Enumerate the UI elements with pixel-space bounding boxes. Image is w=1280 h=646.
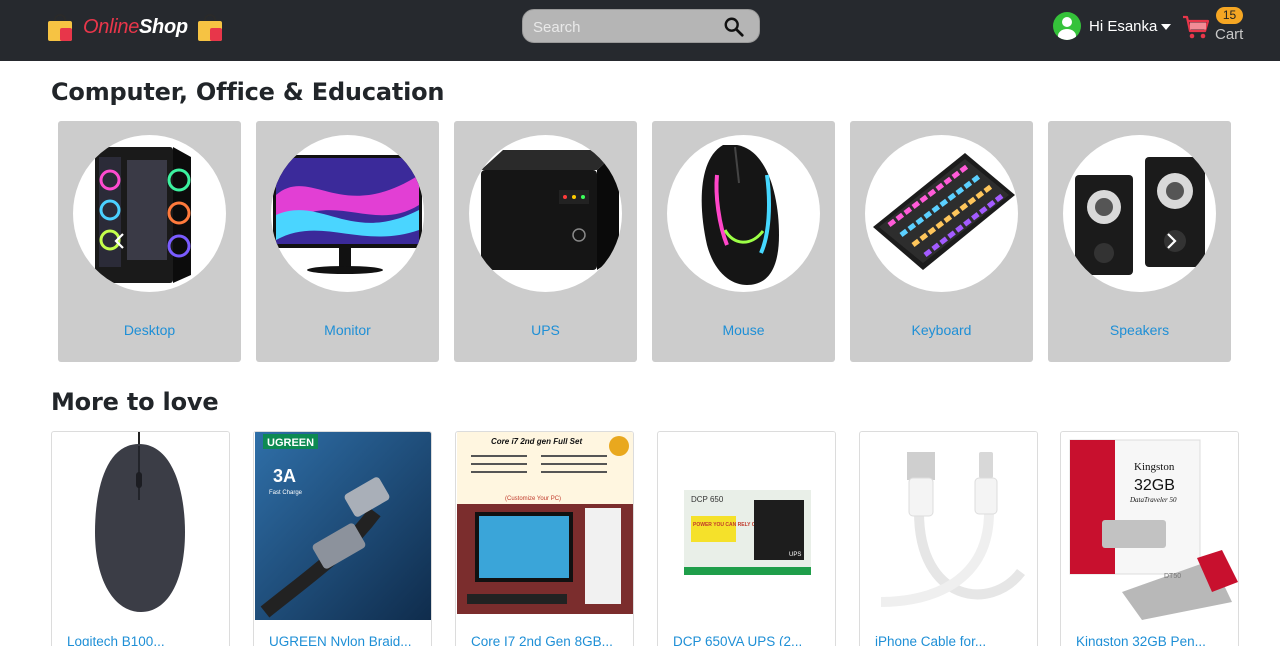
top-navbar: OnlineShop Hi Esanka 15 Cart — [0, 0, 1280, 61]
chevron-down-icon — [1161, 24, 1172, 30]
category-card-speakers[interactable]: Speakers — [1048, 121, 1231, 362]
cart-label: Cart — [1215, 26, 1244, 43]
category-card-ups[interactable]: UPS — [454, 121, 637, 362]
svg-text:POWER YOU CAN RELY ON!: POWER YOU CAN RELY ON! — [693, 522, 761, 528]
carousel-next-button[interactable] — [1161, 231, 1181, 251]
cart-count-badge: 15 — [1216, 7, 1243, 24]
product-title: DCP 650VA UPS (2... — [673, 634, 803, 646]
category-card-monitor[interactable]: Monitor — [256, 121, 439, 362]
keyboard-icon — [865, 135, 1018, 292]
svg-text:Core i7 2nd gen Full Set: Core i7 2nd gen Full Set — [491, 437, 582, 446]
product-title: UGREEN Nylon Braid... — [269, 634, 412, 646]
search-input[interactable] — [533, 16, 713, 38]
svg-text:DT50: DT50 — [1164, 573, 1181, 580]
category-label: Desktop — [123, 322, 176, 338]
product-card[interactable]: Logitech B100... — [51, 431, 230, 646]
svg-text:DataTraveler 50: DataTraveler 50 — [1129, 496, 1177, 504]
product-image — [53, 432, 229, 620]
category-label: Speakers — [1109, 322, 1170, 338]
category-label: Mouse — [722, 322, 765, 338]
section-title-categories: Computer, Office & Education — [51, 78, 445, 106]
svg-text:DCP 650: DCP 650 — [691, 495, 724, 504]
category-label: UPS — [531, 322, 560, 338]
desktop-pc-icon — [73, 135, 226, 292]
category-card-mouse[interactable]: Mouse — [652, 121, 835, 362]
user-greeting: Hi Esanka — [1089, 17, 1158, 35]
product-card[interactable]: iPhone Cable for... — [859, 431, 1038, 646]
user-avatar-icon — [1053, 12, 1081, 40]
product-title: Kingston 32GB Pen... — [1076, 634, 1206, 646]
svg-text:3A: 3A — [273, 466, 296, 486]
product-image: Core i7 2nd gen Full Set (Customize Your… — [457, 432, 633, 620]
svg-text:UGREEN: UGREEN — [267, 437, 314, 449]
category-label: Monitor — [324, 322, 371, 338]
product-card[interactable]: Kingston 32GB DataTraveler 50 DT50 Kings… — [1060, 431, 1239, 646]
carousel-prev-button[interactable] — [110, 231, 130, 251]
svg-text:32GB: 32GB — [1134, 477, 1175, 494]
search-icon[interactable] — [723, 16, 745, 38]
speakers-icon — [1063, 135, 1216, 292]
monitor-icon — [271, 135, 424, 292]
section-title-more-to-love: More to love — [51, 388, 219, 416]
svg-text:(Customize Your PC): (Customize Your PC) — [505, 496, 561, 502]
ups-icon — [469, 135, 622, 292]
product-grid: Logitech B100... UGREEN 3A Fast Charge U… — [51, 431, 1239, 646]
brand-logo[interactable]: OnlineShop — [46, 12, 224, 42]
category-card-desktop[interactable]: Desktop — [58, 121, 241, 362]
product-card[interactable]: UGREEN 3A Fast Charge UGREEN Nylon Braid… — [253, 431, 432, 646]
product-card[interactable]: Core i7 2nd gen Full Set (Customize Your… — [455, 431, 634, 646]
product-image: DCP 650 POWER YOU CAN RELY ON! UPS — [659, 432, 835, 620]
brand-name: OnlineShop — [83, 15, 188, 38]
svg-text:Fast Charge: Fast Charge — [269, 490, 303, 496]
product-title: Core I7 2nd Gen 8GB... — [471, 634, 613, 646]
category-carousel: Desktop Monitor UPS Mouse Keyboard Speak… — [58, 121, 1233, 362]
product-image: Kingston 32GB DataTraveler 50 DT50 — [1062, 432, 1238, 620]
cart-button[interactable]: 15 Cart — [1182, 6, 1252, 50]
gaming-mouse-icon — [667, 135, 820, 292]
product-title: iPhone Cable for... — [875, 634, 987, 646]
svg-text:Kingston: Kingston — [1134, 461, 1175, 473]
product-title: Logitech B100... — [67, 634, 165, 646]
category-label: Keyboard — [911, 322, 972, 338]
svg-text:UPS: UPS — [789, 552, 801, 558]
product-image — [861, 432, 1037, 620]
chevron-right-icon — [1167, 233, 1177, 249]
product-card[interactable]: DCP 650 POWER YOU CAN RELY ON! UPS DCP 6… — [657, 431, 836, 646]
user-menu[interactable]: Hi Esanka — [1053, 12, 1172, 40]
shopping-bag-icon — [46, 13, 74, 41]
category-card-keyboard[interactable]: Keyboard — [850, 121, 1033, 362]
product-image: UGREEN 3A Fast Charge — [255, 432, 431, 620]
shopping-bag-icon — [196, 13, 224, 41]
search-bar — [522, 9, 760, 43]
chevron-left-icon — [114, 233, 124, 249]
shopping-cart-icon — [1183, 15, 1210, 39]
